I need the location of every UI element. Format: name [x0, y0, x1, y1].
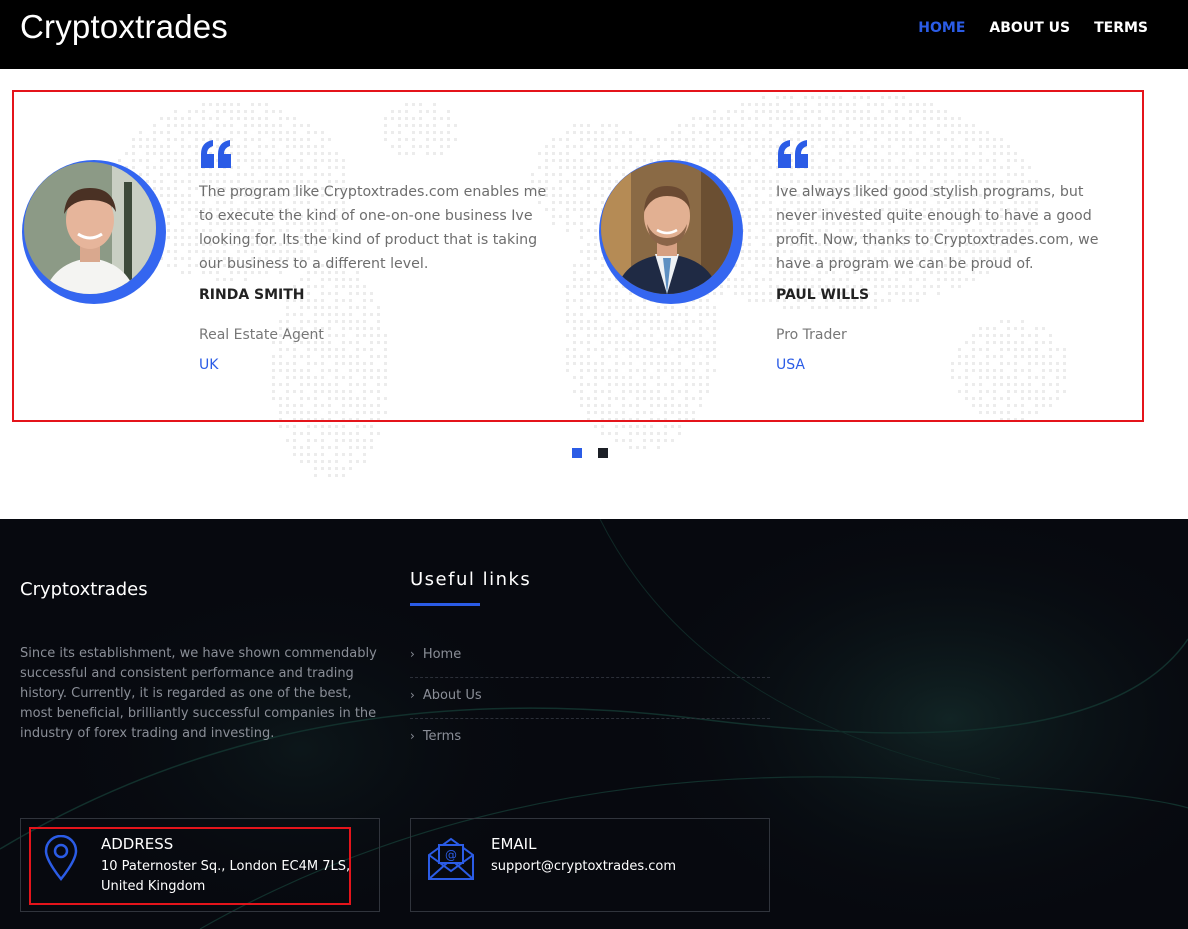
testimonial-role: Pro Trader: [776, 327, 847, 343]
useful-links-list: › Home › About Us › Terms: [410, 637, 770, 760]
address-text: 10 Paternoster Sq., London EC4M 7LS, Uni…: [101, 857, 361, 897]
chevron-right-icon: ›: [410, 729, 415, 743]
main-nav: HOME ABOUT US TERMS: [918, 20, 1148, 36]
chevron-right-icon: ›: [410, 688, 415, 702]
chevron-right-icon: ›: [410, 647, 415, 661]
footer-link-about-us[interactable]: › About Us: [410, 678, 770, 719]
heading-underline: [410, 603, 480, 606]
email-address[interactable]: support@cryptoxtrades.com: [491, 857, 751, 877]
site-header: Cryptoxtrades HOME ABOUT US TERMS: [0, 0, 1188, 69]
testimonial-country[interactable]: UK: [199, 357, 218, 373]
testimonial-quote: Ive always liked good stylish programs, …: [776, 184, 1099, 272]
footer-about-text: Since its establishment, we have shown c…: [20, 646, 377, 741]
svg-text:@: @: [445, 848, 457, 862]
quote-icon: [778, 140, 808, 168]
map-pin-icon: [44, 835, 78, 881]
carousel-dot-1[interactable]: [572, 448, 582, 458]
address-line-2: United Kingdom: [101, 879, 206, 894]
testimonial-role: Real Estate Agent: [199, 327, 324, 343]
carousel-dot-2[interactable]: [598, 448, 608, 458]
envelope-icon: @: [428, 837, 474, 880]
nav-terms[interactable]: TERMS: [1094, 20, 1148, 36]
nav-home[interactable]: HOME: [918, 20, 965, 36]
testimonial-card: Ive always liked good stylish programs, …: [599, 140, 1159, 390]
footer-link-home[interactable]: › Home: [410, 637, 770, 678]
email-title: EMAIL: [491, 835, 537, 853]
footer-link-label: Home: [422, 647, 462, 662]
site-logo[interactable]: Cryptoxtrades: [20, 8, 228, 46]
footer-link-label: About Us: [422, 688, 482, 703]
useful-links-heading: Useful links: [410, 569, 532, 590]
avatar: [599, 160, 743, 304]
carousel-pagination: [572, 448, 608, 458]
nav-about-us[interactable]: ABOUT US: [989, 20, 1070, 36]
footer-link-terms[interactable]: › Terms: [410, 719, 770, 760]
testimonial-card: The program like Cryptoxtrades.com enabl…: [22, 140, 582, 390]
quote-icon: [201, 140, 231, 168]
address-title: ADDRESS: [101, 835, 174, 853]
testimonial-quote: The program like Cryptoxtrades.com enabl…: [199, 184, 547, 272]
footer-brand: Cryptoxtrades: [20, 579, 148, 600]
testimonial-name: PAUL WILLS: [776, 287, 870, 303]
site-footer: Cryptoxtrades Since its establishment, w…: [0, 519, 1188, 929]
avatar-photo: [24, 162, 156, 294]
footer-link-label: Terms: [422, 729, 462, 744]
avatar-photo: [601, 162, 733, 294]
address-line-1: 10 Paternoster Sq., London EC4M 7LS,: [101, 859, 351, 874]
avatar: [22, 160, 166, 304]
testimonial-country[interactable]: USA: [776, 357, 805, 373]
testimonials-section: The program like Cryptoxtrades.com enabl…: [0, 69, 1188, 519]
testimonial-name: RINDA SMITH: [199, 287, 305, 303]
address-box: ADDRESS 10 Paternoster Sq., London EC4M …: [20, 818, 380, 912]
email-box: @ EMAIL support@cryptoxtrades.com: [410, 818, 770, 912]
